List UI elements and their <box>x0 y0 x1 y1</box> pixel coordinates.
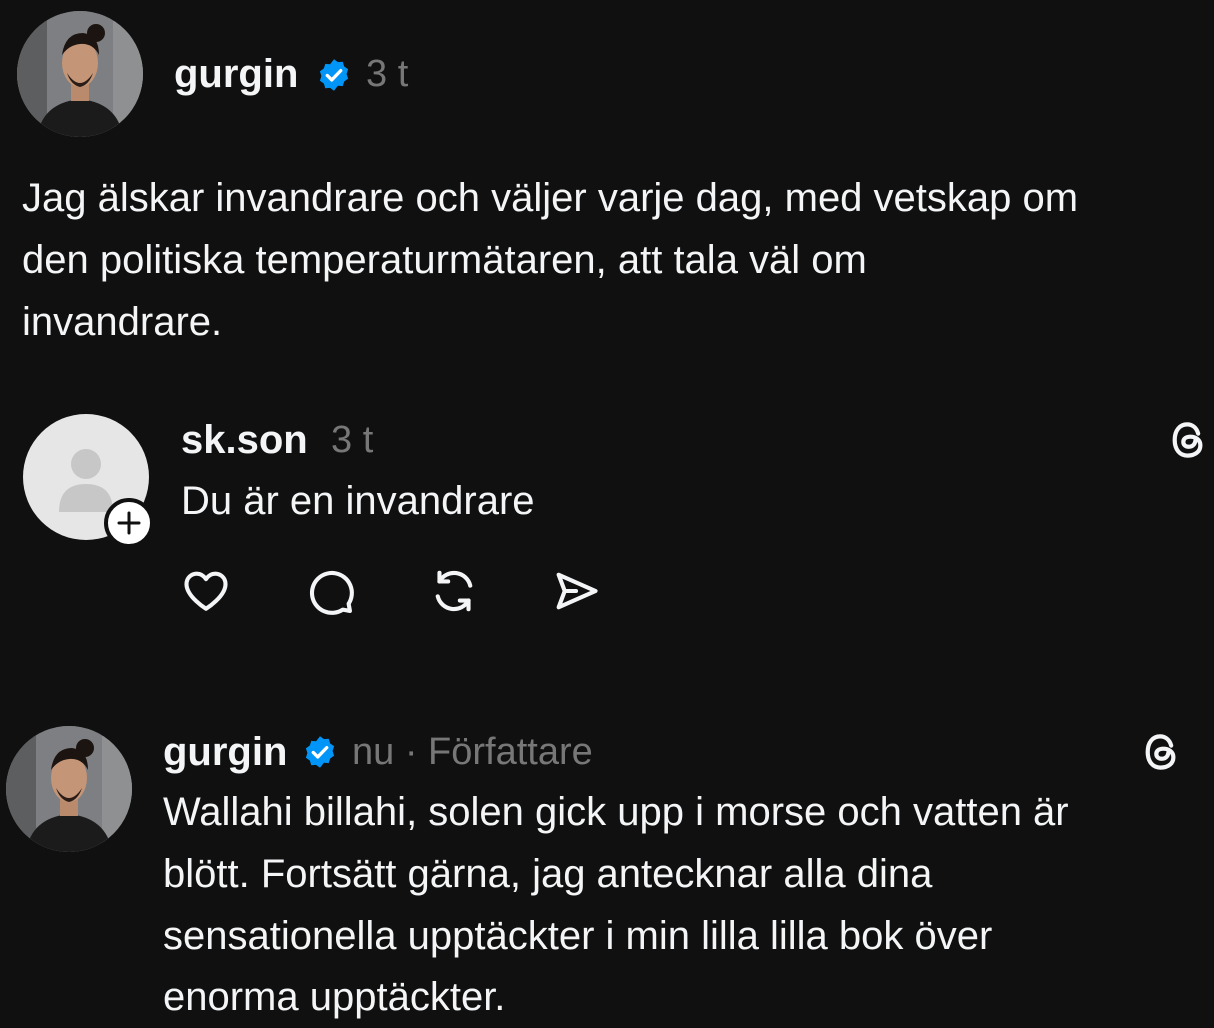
author-reply-text-line-4: enorma upptäckter. <box>163 975 506 1019</box>
comment-icon[interactable] <box>304 565 356 617</box>
avatar-gurgin[interactable] <box>17 11 143 137</box>
author-reply-text-line-2: blött. Fortsätt gärna, jag antecknar all… <box>163 852 933 896</box>
threads-icon[interactable] <box>1140 730 1184 774</box>
author-reply-username[interactable]: gurgin <box>163 728 287 776</box>
post-time: 3 t <box>366 53 409 95</box>
verified-icon <box>319 59 349 91</box>
reply-username[interactable]: sk.son <box>181 416 308 464</box>
verified-icon <box>305 736 335 768</box>
author-reply-meta: nu · Författare <box>352 731 593 773</box>
reply-text: Du är en invandrare <box>181 479 535 523</box>
heart-icon[interactable] <box>180 565 232 617</box>
threads-icon[interactable] <box>1167 418 1211 462</box>
plus-icon <box>117 511 141 535</box>
author-reply-text-line-3: sensationella upptäckter i min lilla lil… <box>163 914 993 958</box>
post-username[interactable]: gurgin <box>174 50 298 98</box>
post-text-line-2: den politiska temperaturmätaren, att tal… <box>22 238 867 282</box>
avatar-gurgin-reply[interactable] <box>6 726 132 852</box>
follow-button[interactable] <box>104 498 154 548</box>
reply-time: 3 t <box>331 419 374 461</box>
repost-icon[interactable] <box>428 565 480 617</box>
author-reply-text-line-1: Wallahi billahi, solen gick upp i morse … <box>163 790 1069 834</box>
post-text-line-3: invandrare. <box>22 300 223 344</box>
share-icon[interactable] <box>550 565 602 617</box>
post-text-line-1: Jag älskar invandrare och väljer varje d… <box>22 176 1079 220</box>
